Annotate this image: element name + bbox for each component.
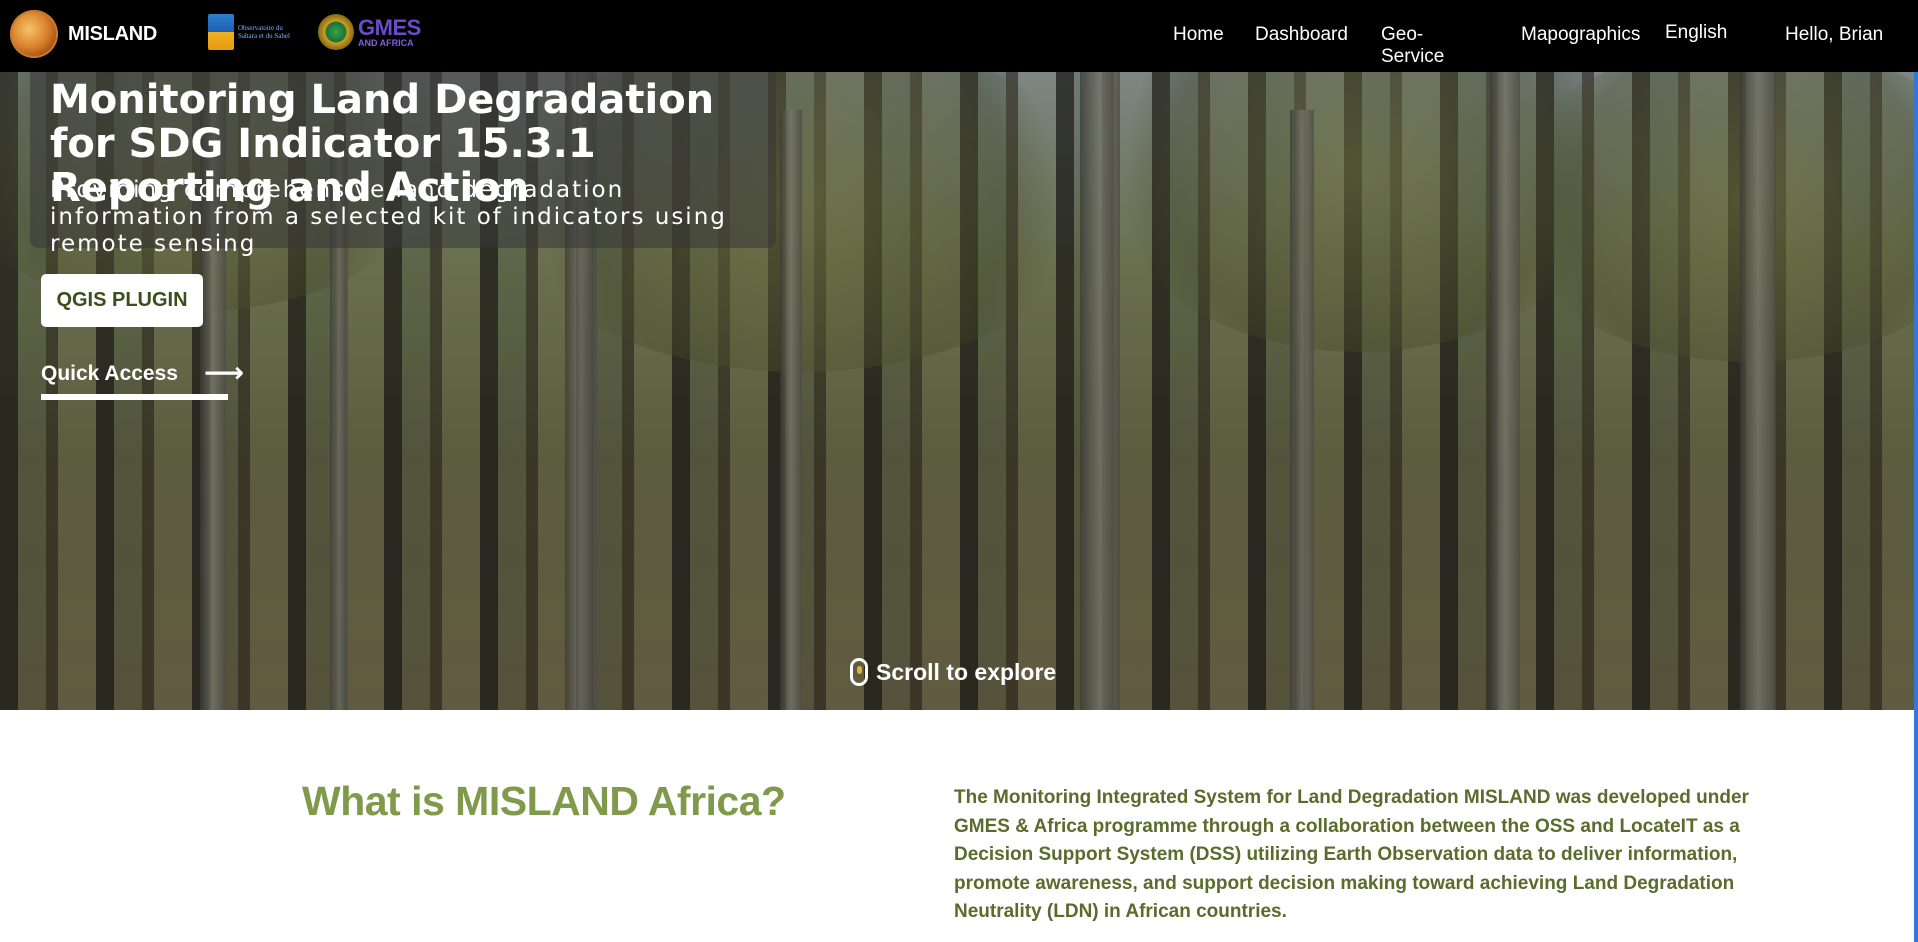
- brand-home-link[interactable]: MISLAND: [10, 10, 157, 58]
- hero-subtitle: Providing comprehensive land degradation…: [50, 177, 727, 257]
- user-menu[interactable]: Hello, Brian: [1785, 24, 1883, 46]
- gmes-logo-text: GMES AND AFRICA: [358, 14, 421, 48]
- misland-logo-icon: [10, 10, 58, 58]
- scroll-hint[interactable]: Scroll to explore: [850, 658, 1056, 686]
- nav-dashboard-link[interactable]: Dashboard: [1255, 24, 1348, 46]
- quick-access-label: Quick Access: [41, 362, 178, 385]
- gmes-africa-logo[interactable]: GMES AND AFRICA: [318, 14, 421, 50]
- top-navbar: MISLAND Observatoire du Sahara et du Sah…: [0, 0, 1918, 72]
- nav-mapographics-link[interactable]: Mapographics: [1521, 24, 1640, 46]
- oss-logo-text: Observatoire du Sahara et du Sahel: [238, 24, 290, 40]
- tree-trunk: [1290, 110, 1314, 710]
- tree-trunk: [1490, 72, 1520, 710]
- forest-canopy: [1500, 72, 1918, 362]
- quick-access-underline: [41, 394, 228, 400]
- language-selector[interactable]: English: [1665, 22, 1727, 44]
- gmes-logo-subtitle: AND AFRICA: [358, 37, 414, 48]
- about-description: The Monitoring Integrated System for Lan…: [954, 787, 1749, 922]
- page-edge-bar: [1914, 72, 1918, 942]
- qgis-plugin-button[interactable]: QGIS PLUGIN: [41, 274, 203, 327]
- quick-access-link[interactable]: Quick Access ⟶: [41, 356, 244, 400]
- oss-logo[interactable]: Observatoire du Sahara et du Sahel: [208, 14, 290, 50]
- brand-name: MISLAND: [68, 22, 158, 45]
- scroll-hint-label: Scroll to explore: [876, 658, 1057, 685]
- about-heading: What is MISLAND Africa?: [302, 778, 786, 824]
- gmes-logo-title: GMES: [358, 14, 421, 40]
- tree-trunk: [780, 110, 802, 710]
- nav-geo-service-link[interactable]: Geo-Service: [1381, 24, 1444, 68]
- mouse-scroll-icon: [850, 658, 868, 686]
- nav-home-link[interactable]: Home: [1173, 24, 1224, 46]
- right-arrow-icon: ⟶: [204, 357, 245, 388]
- oss-mark-icon: [208, 14, 234, 50]
- gmes-globe-icon: [318, 14, 354, 50]
- tree-trunk: [1080, 72, 1120, 710]
- tree-trunk: [1740, 72, 1776, 710]
